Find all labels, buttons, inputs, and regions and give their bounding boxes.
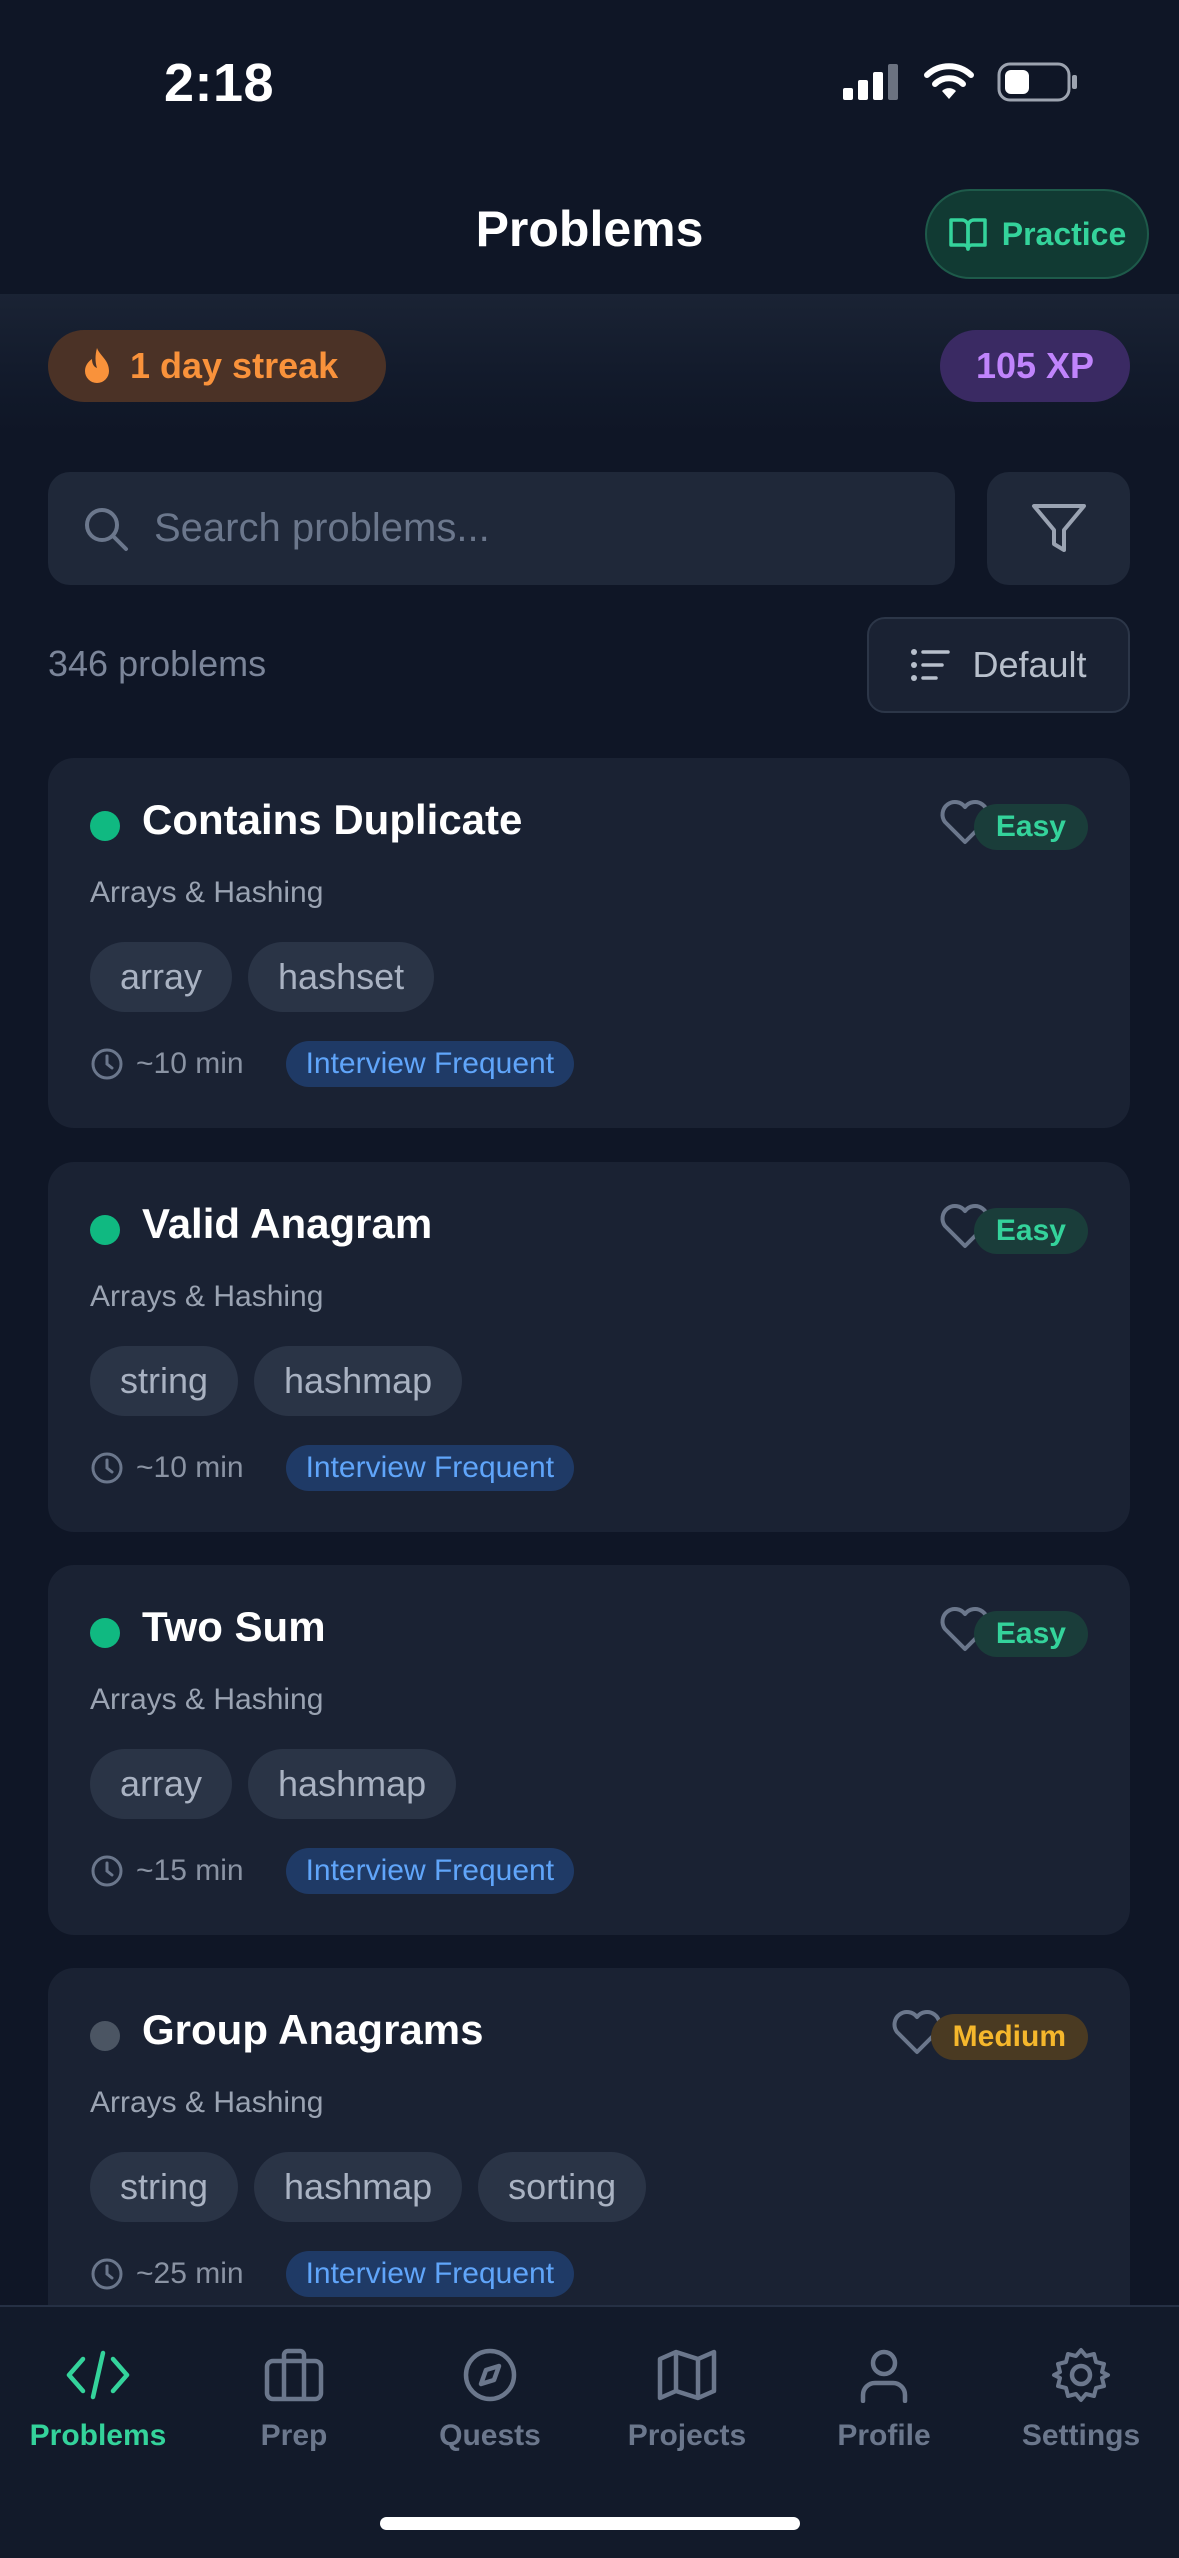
search-icon [85,507,128,551]
tab-label: Problems [29,2419,167,2452]
difficulty-badge: Easy [973,804,1088,850]
time-estimate: ~15 min [136,1854,244,1887]
tag-chip[interactable]: array [90,942,233,1012]
search-input[interactable] [152,505,916,552]
tag-chip[interactable]: hashset [248,942,435,1012]
tag-chip[interactable]: string [90,1346,239,1416]
streak-label: 1 day streak [130,345,339,386]
flame-icon [85,348,109,383]
problem-title: Two Sum [142,1603,326,1650]
interview-badge: Interview Frequent [285,2251,575,2297]
status-time: 2:18 [164,53,275,113]
problem-meta: ~15 min Interview Frequent [90,1848,575,1894]
problem-category: Arrays & Hashing [90,876,324,909]
briefcase-icon [264,2348,324,2402]
problem-title: Contains Duplicate [142,796,523,843]
difficulty-badge: Medium [930,2014,1088,2060]
practice-label: Practice [1001,215,1127,252]
problem-title: Group Anagrams [142,2006,484,2053]
gear-icon [1052,2348,1110,2402]
map-icon [657,2349,717,2401]
time-estimate: ~10 min [136,1047,244,1080]
streak-badge[interactable]: 1 day streak [48,330,386,402]
tag-list: string hashmap sorting [90,2152,647,2222]
clock-icon [91,1855,123,1887]
signal-icon [843,64,898,100]
time-estimate: ~10 min [136,1451,244,1484]
filter-icon [1031,503,1086,552]
tab-quests[interactable]: Quests [392,2347,588,2453]
sort-label: Default [972,644,1087,685]
tab-label: Prep [260,2419,328,2452]
problem-count: 346 problems [48,643,267,684]
tab-prep[interactable]: Prep [196,2347,392,2453]
status-dot [90,2021,120,2051]
problem-card[interactable]: Two Sum Easy Arrays & Hashing array hash… [48,1565,1130,1935]
user-icon [860,2349,908,2403]
difficulty-badge: Easy [973,1208,1088,1254]
wifi-icon [924,63,974,99]
code-icon [66,2350,130,2400]
tag-chip[interactable]: hashmap [248,1749,457,1819]
problem-category: Arrays & Hashing [90,2086,324,2119]
sort-button[interactable]: Default [867,617,1130,713]
clock-icon [91,2258,123,2290]
status-bar: 2:18 [0,0,1179,150]
difficulty-badge: Easy [973,1611,1088,1657]
interview-badge: Interview Frequent [285,1848,575,1894]
tag-chip[interactable]: array [90,1749,233,1819]
tag-chip[interactable]: string [90,2152,239,2222]
problem-card[interactable]: Valid Anagram Easy Arrays & Hashing stri… [48,1162,1130,1532]
time-estimate: ~25 min [136,2257,244,2290]
problem-meta: ~25 min Interview Frequent [90,2251,575,2297]
clock-icon [91,1452,123,1484]
status-dot [90,811,120,841]
problem-category: Arrays & Hashing [90,1683,324,1716]
problem-meta: ~10 min Interview Frequent [90,1445,575,1491]
xp-label: 105 XP [975,345,1095,386]
tag-list: array hashmap [90,1749,457,1819]
list-sort-icon [911,649,951,681]
tag-list: array hashset [90,942,435,1012]
problem-category: Arrays & Hashing [90,1280,324,1313]
tag-chip[interactable]: sorting [478,2152,647,2222]
compass-icon [463,2348,517,2402]
battery-icon [997,62,1077,102]
tab-settings[interactable]: Settings [983,2347,1179,2453]
tab-profile[interactable]: Profile [786,2347,982,2453]
interview-badge: Interview Frequent [285,1041,575,1087]
search-box[interactable] [48,472,955,585]
xp-badge[interactable]: 105 XP [940,330,1130,402]
practice-button[interactable]: Practice [925,189,1149,279]
book-open-icon [948,218,987,251]
filter-button[interactable] [987,472,1130,585]
tab-label: Projects [627,2419,747,2452]
tag-chip[interactable]: hashmap [254,1346,463,1416]
tag-list: string hashmap [90,1346,463,1416]
tab-label: Profile [837,2419,931,2452]
tab-label: Settings [1021,2419,1141,2452]
problem-card[interactable]: Contains Duplicate Easy Arrays & Hashing… [48,758,1130,1128]
tab-projects[interactable]: Projects [589,2347,785,2453]
problem-card[interactable]: Group Anagrams Medium Arrays & Hashing s… [48,1968,1130,2338]
status-dot [90,1618,120,1648]
status-icons [841,62,1079,102]
tab-problems[interactable]: Problems [0,2347,196,2453]
tag-chip[interactable]: hashmap [254,2152,463,2222]
status-dot [90,1215,120,1245]
interview-badge: Interview Frequent [285,1445,575,1491]
problem-meta: ~10 min Interview Frequent [90,1041,575,1087]
home-indicator[interactable] [380,2517,800,2530]
problem-title: Valid Anagram [142,1200,433,1247]
tab-label: Quests [439,2419,541,2452]
clock-icon [91,1048,123,1080]
